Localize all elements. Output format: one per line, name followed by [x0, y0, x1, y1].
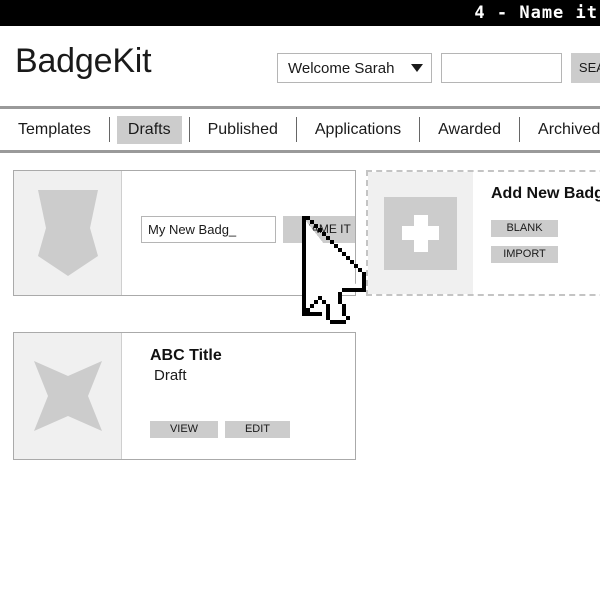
blank-button[interactable]: BLANK — [491, 220, 558, 237]
add-new-thumbnail[interactable] — [368, 172, 473, 294]
plus-icon — [384, 196, 457, 270]
add-new-badge-card: Add New Badge BLANK IMPORT — [366, 170, 600, 296]
shield-badge-icon — [37, 190, 98, 276]
app-root: 4 - Name it BadgeKit Welcome Sarah SEARC… — [0, 0, 600, 600]
add-new-badge-title: Add New Badge — [491, 185, 600, 202]
chevron-down-icon — [411, 64, 423, 72]
badge-name-input[interactable] — [141, 216, 276, 243]
draft-badge-thumbnail — [14, 333, 122, 459]
new-badge-card: NAME IT — [13, 170, 356, 296]
user-menu-label: Welcome Sarah — [288, 59, 395, 77]
draft-badge-status: Draft — [154, 367, 187, 384]
user-menu-dropdown[interactable]: Welcome Sarah — [277, 53, 432, 83]
edit-button[interactable]: EDIT — [225, 421, 290, 438]
nav-separator — [295, 117, 297, 142]
tab-drafts[interactable]: Drafts — [116, 115, 182, 144]
search-button[interactable]: SEARCH — [571, 53, 600, 83]
main-navigation: Templates Drafts Published Applications … — [0, 106, 600, 153]
tab-published[interactable]: Published — [197, 116, 289, 144]
name-it-button[interactable]: NAME IT — [283, 216, 355, 243]
status-bar-title: 4 - Name it — [474, 3, 598, 23]
new-badge-card-body: NAME IT — [123, 171, 355, 295]
tab-awarded[interactable]: Awarded — [427, 116, 512, 144]
tab-templates[interactable]: Templates — [7, 116, 102, 144]
draft-badge-card: ABC Title Draft VIEW EDIT — [13, 332, 356, 460]
nav-separator — [519, 117, 521, 142]
status-bar: 4 - Name it — [0, 0, 600, 26]
nav-separator — [419, 117, 421, 142]
draft-badge-title: ABC Title — [150, 347, 222, 364]
tab-archived[interactable]: Archived — [527, 116, 600, 144]
nav-separator — [188, 117, 190, 142]
nav-separator — [108, 117, 110, 142]
draft-badge-card-body: ABC Title Draft VIEW EDIT — [123, 333, 355, 459]
search-input[interactable] — [441, 53, 562, 83]
new-badge-thumbnail — [14, 171, 122, 295]
import-button[interactable]: IMPORT — [491, 246, 558, 263]
star-badge-icon — [33, 361, 102, 431]
tab-applications[interactable]: Applications — [304, 116, 412, 144]
view-button[interactable]: VIEW — [150, 421, 218, 438]
page-header: BadgeKit Welcome Sarah SEARCH — [0, 26, 600, 106]
brand-logo: BadgeKit — [15, 42, 152, 80]
